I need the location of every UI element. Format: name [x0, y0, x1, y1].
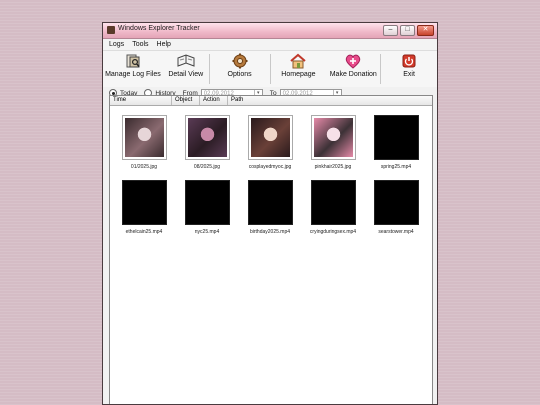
make-donation-button[interactable]: Make Donation — [326, 51, 380, 78]
video-thumbnail — [373, 180, 419, 225]
file-name: spring25.mp4 — [380, 164, 412, 170]
file-name: nyc25.mp4 — [194, 229, 220, 235]
column-header: Time Object Action Path — [110, 96, 432, 106]
image-thumbnail — [184, 115, 230, 160]
options-button[interactable]: Options — [210, 51, 270, 78]
image-thumbnail — [247, 115, 293, 160]
file-item[interactable]: cryingduringsex.mp4 — [309, 180, 357, 235]
exit-icon — [400, 53, 418, 69]
title-bar[interactable]: Windows Explorer Tracker – □ ✕ — [103, 23, 437, 39]
exit-button[interactable]: Exit — [381, 51, 437, 78]
exit-label: Exit — [403, 71, 415, 78]
image-thumbnail — [121, 115, 167, 160]
options-label: Options — [227, 71, 252, 78]
video-thumbnail — [373, 115, 419, 160]
file-item[interactable]: birthday2025.mp4 — [246, 180, 294, 235]
column-action[interactable]: Action — [200, 96, 228, 105]
column-time[interactable]: Time — [110, 96, 172, 105]
file-item[interactable]: 01/2025.jpg — [120, 115, 168, 170]
column-object[interactable]: Object — [172, 96, 200, 105]
detail-view-button[interactable]: Detail View — [163, 51, 209, 78]
detail-view-icon — [177, 53, 195, 69]
video-thumbnail — [310, 180, 356, 225]
toolbar: Manage Log Files Detail View Options Hom… — [103, 51, 437, 87]
detail-view-label: Detail View — [168, 71, 204, 78]
manage-log-files-label: Manage Log Files — [105, 71, 161, 78]
app-window: Windows Explorer Tracker – □ ✕ Logs Tool… — [102, 22, 438, 405]
make-donation-label: Make Donation — [329, 71, 377, 78]
options-gear-icon — [231, 53, 249, 69]
file-name: 08/2025.jpg — [193, 164, 221, 170]
window-title: Windows Explorer Tracker — [118, 25, 200, 32]
file-name: birthday2025.mp4 — [249, 229, 291, 235]
menu-help[interactable]: Help — [157, 41, 171, 48]
log-files-icon — [124, 53, 142, 69]
file-name: ethelcain25.mp4 — [125, 229, 163, 235]
file-grid: 01/2025.jpg 08/2025.jpg cosplayedmyoc.jpg p… — [120, 115, 420, 235]
heart-plus-icon — [344, 53, 362, 69]
file-name: 01/2025.jpg — [130, 164, 158, 170]
file-item[interactable]: 08/2025.jpg — [183, 115, 231, 170]
manage-log-files-button[interactable]: Manage Log Files — [103, 51, 163, 78]
maximize-button[interactable]: □ — [400, 25, 415, 36]
file-view: Time Object Action Path 01/2025.jpg 08/20… — [109, 95, 433, 404]
file-name: cosplayedmyoc.jpg — [248, 164, 292, 170]
file-name: cryingduringsex.mp4 — [309, 229, 357, 235]
file-item[interactable]: searstower.mp4 — [372, 180, 420, 235]
video-thumbnail — [247, 180, 293, 225]
thumbnail-photo — [187, 118, 227, 157]
file-item[interactable]: ethelcain25.mp4 — [120, 180, 168, 235]
thumbnail-photo — [250, 118, 290, 157]
home-icon — [289, 53, 307, 69]
image-thumbnail — [310, 115, 356, 160]
file-name: pinkhair2025.jpg — [314, 164, 352, 170]
video-thumbnail — [184, 180, 230, 225]
app-icon — [107, 26, 115, 34]
file-item[interactable]: pinkhair2025.jpg — [309, 115, 357, 170]
thumbnail-photo — [313, 118, 353, 157]
file-name: searstower.mp4 — [378, 229, 414, 235]
menu-logs[interactable]: Logs — [109, 41, 124, 48]
close-button[interactable]: ✕ — [417, 25, 434, 36]
file-item[interactable]: cosplayedmyoc.jpg — [246, 115, 294, 170]
file-item[interactable]: nyc25.mp4 — [183, 180, 231, 235]
homepage-button[interactable]: Homepage — [271, 51, 327, 78]
file-item[interactable]: spring25.mp4 — [372, 115, 420, 170]
column-path[interactable]: Path — [228, 96, 432, 105]
menu-bar: Logs Tools Help — [103, 39, 437, 51]
minimize-button[interactable]: – — [383, 25, 398, 36]
video-thumbnail — [121, 180, 167, 225]
thumbnail-photo — [124, 118, 164, 157]
menu-tools[interactable]: Tools — [132, 41, 148, 48]
homepage-label: Homepage — [281, 71, 316, 78]
